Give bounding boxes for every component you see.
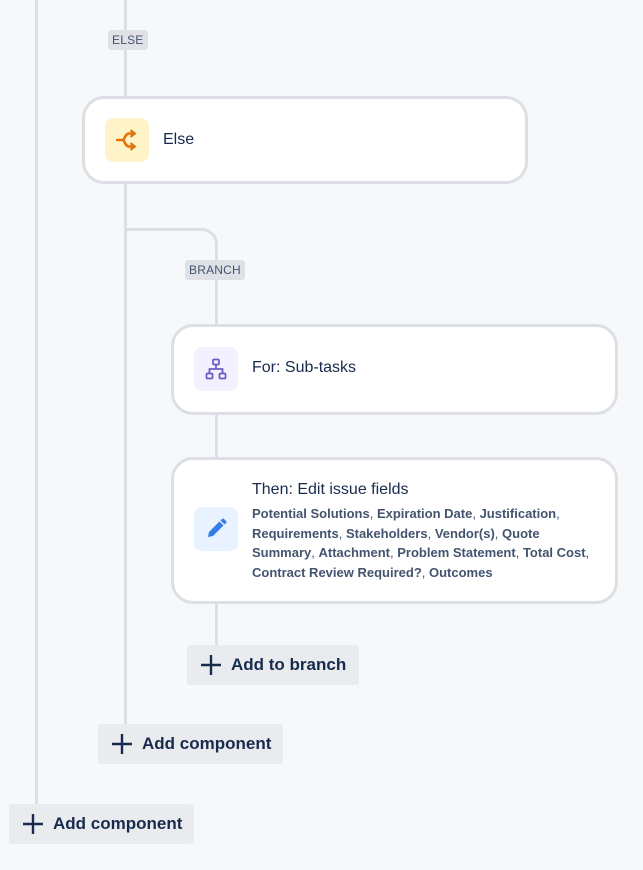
- plus-icon: [112, 734, 132, 754]
- for-subtasks-branch-card[interactable]: For: Sub-tasks: [171, 324, 618, 415]
- branch-connector-line: [215, 282, 218, 326]
- add-component-inner-button[interactable]: Add component: [98, 724, 283, 764]
- branch-lozenge: BRANCH: [185, 260, 245, 280]
- field-name: Problem Statement: [397, 545, 516, 560]
- field-name: Justification: [479, 506, 557, 521]
- else-card-title: Else: [163, 131, 195, 148]
- for-icon-tile: [194, 347, 238, 391]
- hierarchy-icon: [205, 358, 227, 380]
- add-to-branch-label: Add to branch: [231, 655, 347, 674]
- branch-step-connector-line: [215, 413, 218, 459]
- add-component-inner-label: Add component: [142, 734, 272, 753]
- plus-icon: [23, 814, 43, 834]
- for-card-title: For: Sub-tasks: [252, 359, 357, 376]
- edit-issue-fields-card[interactable]: Then: Edit issue fields Potential Soluti…: [171, 457, 618, 604]
- field-name: Outcomes: [429, 564, 493, 580]
- field-name: Stakeholders: [345, 525, 428, 541]
- edited-fields-list: Potential Solutions, Expiration Date, Ju…: [252, 506, 590, 580]
- field-name: Requirements: [252, 525, 339, 541]
- else-lozenge: ELSE: [108, 30, 148, 50]
- outer-rule-line: [35, 0, 38, 805]
- field-name: Potential Solutions: [252, 506, 370, 521]
- else-icon-tile: [105, 118, 149, 162]
- else-component-card[interactable]: Else: [82, 96, 528, 184]
- add-to-branch-button[interactable]: Add to branch: [187, 645, 359, 685]
- field-name: Contract Review Required?: [252, 564, 422, 580]
- field-name: Total Cost: [522, 545, 586, 560]
- field-name: Expiration Date: [376, 506, 473, 521]
- then-card-title: Then: Edit issue fields: [252, 481, 409, 498]
- add-to-branch-connector-line: [215, 602, 218, 646]
- branch-condition-icon: [115, 129, 136, 151]
- field-name: Attachment: [318, 545, 390, 560]
- add-component-outer-label: Add component: [53, 814, 183, 833]
- edit-icon-tile: [194, 507, 238, 551]
- pencil-icon: [208, 518, 227, 537]
- plus-icon: [201, 655, 221, 675]
- field-name: Vendor(s): [434, 525, 495, 541]
- add-component-outer-button[interactable]: Add component: [9, 804, 194, 844]
